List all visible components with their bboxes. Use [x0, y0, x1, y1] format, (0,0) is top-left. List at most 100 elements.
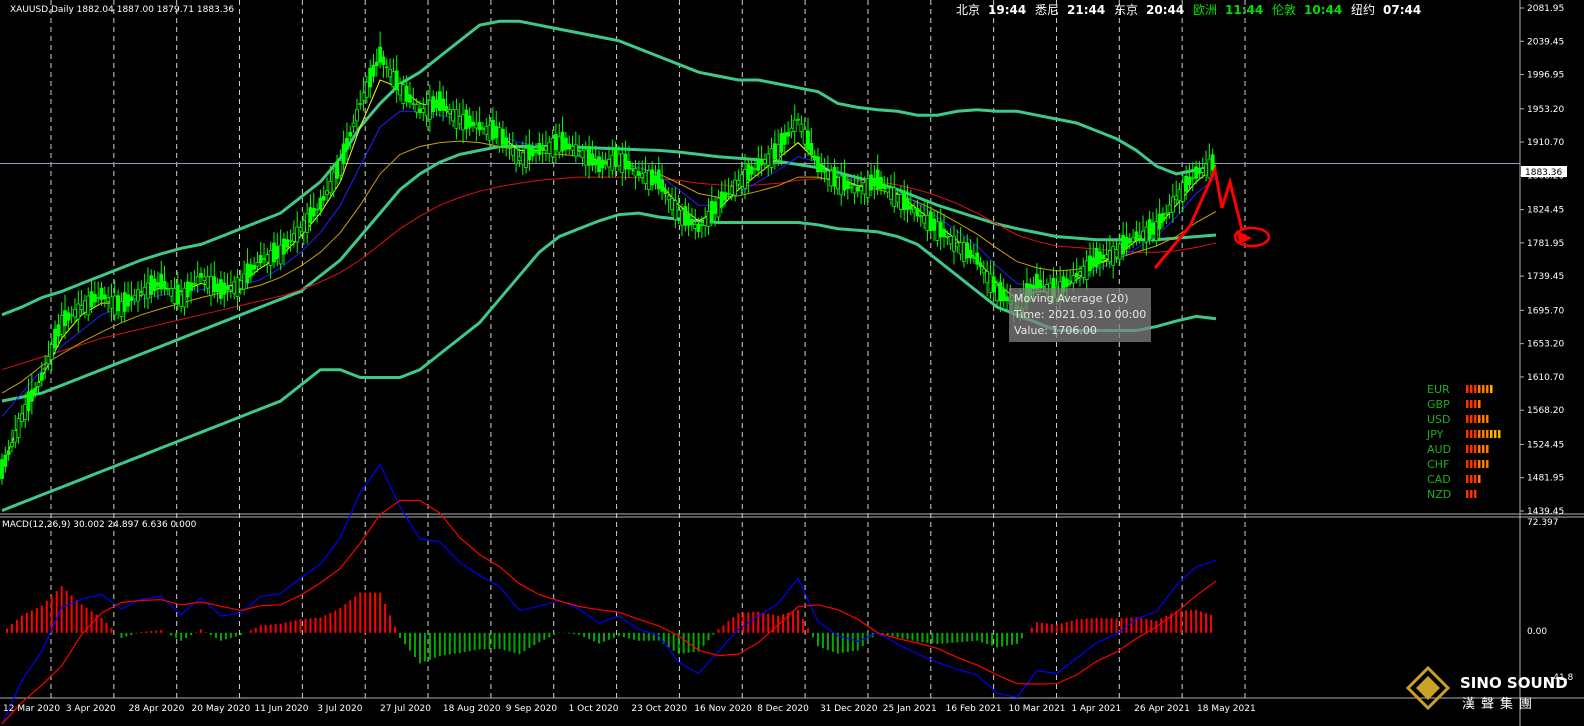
- strength-bar: [1474, 475, 1477, 483]
- candle-body: [855, 186, 860, 192]
- tooltip-line3: Value: 1706.00: [1014, 324, 1097, 337]
- candle-body: [995, 285, 999, 302]
- x-tick-label: 31 Dec 2020: [820, 704, 878, 714]
- candle-body: [461, 114, 465, 131]
- candle-body: [1164, 212, 1169, 215]
- candle-body: [1098, 251, 1102, 264]
- candle-body: [590, 153, 595, 166]
- candle-body: [92, 294, 97, 303]
- clock-time: 10:44: [1304, 3, 1342, 17]
- candle-body: [454, 109, 459, 129]
- strength-bar: [1486, 415, 1489, 423]
- candle-body: [915, 207, 920, 217]
- candle-body: [212, 276, 217, 293]
- clock-city: 悉尼: [1035, 3, 1059, 17]
- candle-body: [733, 179, 737, 196]
- y-tick-label: 1996.95: [1527, 71, 1564, 81]
- candle-body: [985, 271, 990, 284]
- candle-body: [451, 109, 456, 122]
- candle-body: [736, 179, 741, 185]
- candle-body: [789, 127, 794, 133]
- candle-body: [265, 254, 270, 263]
- candle-body: [169, 288, 174, 297]
- candle-body: [66, 312, 71, 321]
- candle-body: [806, 130, 810, 151]
- clock-city: 纽约: [1351, 2, 1375, 17]
- candle-body: [540, 146, 545, 151]
- candle-body: [1207, 158, 1212, 179]
- candle-body: [338, 160, 343, 176]
- strength-bar: [1474, 490, 1477, 498]
- candle-body: [1038, 279, 1043, 289]
- grid-lines: [0, 0, 1584, 726]
- world-clocks: 北京 19:44 悉尼 21:44 东京 20:44 欧洲 11:44 伦敦 10:44 纽约 07:…: [956, 2, 1421, 17]
- candle-body: [892, 187, 897, 207]
- candle-body: [401, 84, 406, 104]
- currency-code: USD: [1427, 413, 1451, 426]
- x-tick-label: 16 Feb 2021: [946, 704, 1002, 714]
- clock-city: 东京: [1114, 3, 1138, 17]
- candle-body: [477, 121, 482, 131]
- candle-body: [447, 109, 452, 115]
- clock-time: 11:44: [1225, 3, 1263, 17]
- x-tick-label: 26 Apr 2021: [1134, 704, 1190, 714]
- candle-body: [1167, 204, 1172, 213]
- candle-body: [348, 132, 353, 137]
- candle-body: [577, 150, 582, 152]
- y-tick-label: 1739.45: [1527, 272, 1564, 282]
- y-tick-label: 1524.45: [1527, 440, 1564, 450]
- candle-body: [673, 200, 678, 220]
- candle-body: [232, 281, 237, 294]
- candle-body: [122, 292, 127, 312]
- candle-body: [301, 220, 306, 233]
- candle-body: [802, 128, 807, 145]
- candle-body: [613, 147, 618, 168]
- candle-body: [285, 239, 290, 248]
- candle-body: [1101, 254, 1106, 260]
- candle-body: [554, 134, 558, 150]
- candle-body: [358, 103, 363, 105]
- candle-body: [570, 146, 575, 151]
- forecast-arrow: [1153, 164, 1244, 269]
- candle-body: [146, 282, 150, 299]
- candle-body: [39, 372, 44, 381]
- candle-body: [1091, 257, 1096, 266]
- candle-body: [627, 161, 631, 170]
- candle-body: [955, 242, 960, 248]
- candle-body: [826, 170, 830, 180]
- candle-body: [968, 249, 973, 259]
- candle-body: [159, 273, 164, 290]
- candle-body: [457, 115, 462, 125]
- candle-body: [282, 238, 286, 255]
- candle-body: [467, 115, 472, 128]
- y-tick-label: 1568.20: [1527, 406, 1564, 416]
- ma-yellow: [1, 79, 1217, 468]
- candle-body: [73, 309, 77, 318]
- candle-body: [706, 210, 711, 227]
- candle-body: [557, 136, 562, 153]
- candle-body: [1124, 236, 1129, 250]
- candle-body: [308, 207, 313, 224]
- candle-body: [152, 278, 157, 291]
- candle-body: [262, 258, 266, 261]
- candle-body: [922, 215, 927, 224]
- candle-body: [335, 162, 339, 179]
- candle-body: [421, 108, 426, 113]
- candle-body: [1117, 243, 1122, 260]
- candle-body: [1170, 196, 1175, 213]
- candle-body: [882, 184, 887, 189]
- candle-body: [666, 195, 671, 201]
- candle-body: [165, 288, 170, 291]
- candle-body: [676, 209, 681, 219]
- currency-code: NZD: [1427, 488, 1451, 501]
- candle-body: [945, 236, 950, 238]
- clock-city: 欧洲: [1193, 3, 1217, 17]
- time-axis: 12 Mar 2020 3 Apr 2020 28 Apr 2020 20 May 2…: [3, 704, 1256, 714]
- current-price-tag: 1883.36: [1521, 166, 1567, 178]
- candle-body: [514, 148, 519, 165]
- x-tick-label: 8 Dec 2020: [757, 704, 809, 714]
- candle-body: [1197, 169, 1202, 174]
- candle-body: [978, 262, 983, 268]
- currency-code: GBP: [1427, 398, 1450, 411]
- macd-line: [1, 463, 1217, 725]
